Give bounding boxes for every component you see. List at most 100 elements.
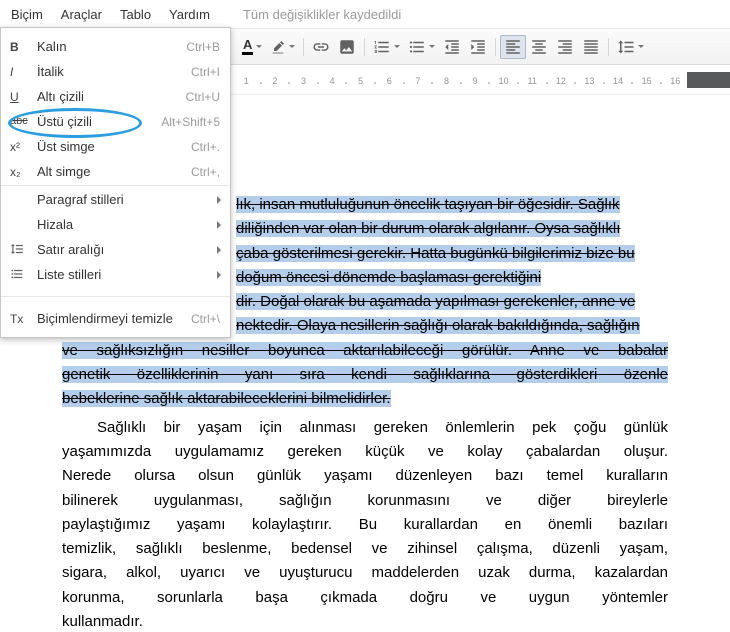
text-color-icon: A: [242, 38, 253, 55]
line-spacing-icon: [10, 244, 34, 256]
menu-table[interactable]: Tablo: [111, 7, 160, 22]
italic-icon: I: [10, 66, 34, 78]
align-right-button[interactable]: [552, 35, 578, 59]
subscript-icon: x₂: [10, 166, 34, 178]
text-line: lık, insan mutluluğunun öncelik taşıyan …: [236, 193, 668, 217]
menu-item-subscript[interactable]: x₂ Alt simge Ctrl+,: [1, 159, 230, 184]
submenu-arrow-icon: [217, 271, 221, 279]
menu-item-list-styles[interactable]: Liste stilleri: [1, 262, 230, 287]
submenu-arrow-icon: [217, 196, 221, 204]
clear-formatting-icon: Tx: [10, 313, 34, 325]
ruler-number: 4: [318, 76, 347, 86]
decrease-indent-icon: [443, 38, 461, 56]
menu-item-align[interactable]: Hizala: [1, 212, 230, 237]
bold-icon: B: [10, 41, 34, 53]
ruler-number: 16: [661, 76, 690, 86]
align-left-icon: [504, 38, 522, 56]
text-line: diliğinden var olan bir durum olarak alg…: [236, 217, 668, 241]
submenu-arrow-icon: [217, 246, 221, 254]
image-icon: [338, 38, 356, 56]
menu-tools[interactable]: Araçlar: [52, 7, 111, 22]
text-line: korunma, sorunlarla başa çıkmada doğru v…: [62, 586, 668, 610]
align-justify-button[interactable]: [578, 35, 604, 59]
chevron-down-icon: [429, 45, 435, 48]
text-line: temizlik, sağlıklı beslenme, bedensel ve…: [62, 537, 668, 561]
numbered-list-icon: [373, 38, 391, 56]
text-line: nektedir. Olaya nesillerin sağlığı olara…: [236, 314, 668, 338]
text-color-button[interactable]: A: [238, 35, 266, 59]
menu-format[interactable]: Biçim: [2, 7, 52, 22]
toolbar-separator: [364, 38, 365, 56]
highlight-color-button[interactable]: [266, 35, 299, 59]
ruler-number: 9: [461, 76, 490, 86]
text-line: kullanmadır.: [62, 610, 668, 632]
menu-item-underline[interactable]: U Altı çizili Ctrl+U: [1, 84, 230, 109]
menu-item-strikethrough[interactable]: abc Üstü çizili Alt+Shift+5: [1, 109, 230, 134]
toolbar-separator: [303, 38, 304, 56]
text-line: Sağlıklı bir yaşam için alınması gereken…: [62, 416, 668, 440]
decrease-indent-button[interactable]: [439, 35, 465, 59]
underline-icon: U: [10, 91, 34, 103]
ruler-number: 5: [346, 76, 375, 86]
text-line: Nerede olursa olsun günlük yaşamı düzenl…: [62, 464, 668, 488]
ruler-number: 7: [404, 76, 433, 86]
menu-item-line-spacing[interactable]: Satır aralığı: [1, 237, 230, 262]
bulleted-list-button[interactable]: [404, 35, 439, 59]
increase-indent-icon: [469, 38, 487, 56]
superscript-icon: x²: [10, 141, 34, 153]
align-center-button[interactable]: [526, 35, 552, 59]
strikethrough-icon: abc: [10, 116, 34, 127]
chevron-down-icon: [394, 45, 400, 48]
menu-item-superscript[interactable]: x² Üst simge Ctrl+.: [1, 134, 230, 159]
ruler-number: 2: [261, 76, 290, 86]
numbered-list-button[interactable]: [369, 35, 404, 59]
ruler-number: 15: [632, 76, 661, 86]
align-right-icon: [556, 38, 574, 56]
toolbar-separator: [495, 38, 496, 56]
menubar: Biçim Araçlar Tablo Yardım Tüm değişikli…: [0, 0, 730, 28]
ruler-number: 8: [432, 76, 461, 86]
align-center-icon: [530, 38, 548, 56]
align-left-button[interactable]: [500, 35, 526, 59]
menu-item-clear-formatting[interactable]: Tx Biçimlendirmeyi temizle Ctrl+\: [1, 306, 230, 331]
menu-separator: [1, 296, 230, 297]
menu-item-italic[interactable]: I İtalik Ctrl+I: [1, 59, 230, 84]
menu-help[interactable]: Yardım: [160, 7, 219, 22]
ruler-number: 6: [375, 76, 404, 86]
increase-indent-button[interactable]: [465, 35, 491, 59]
menu-item-bold[interactable]: B Kalın Ctrl+B: [1, 34, 230, 59]
list-styles-icon: [10, 269, 34, 281]
paragraph: Sağlıklı bir yaşam için alınması gereken…: [62, 416, 668, 632]
menu-separator: [1, 185, 230, 186]
link-icon: [312, 38, 330, 56]
text-line: çaba gösterilmesi gerekir. Hatta bugünkü…: [236, 242, 668, 266]
text-line: sigara, alkol, uyarıcı ve uyuşturucu mad…: [62, 561, 668, 585]
text-line: dir. Doğal olarak bu aşamada yapılması g…: [236, 290, 668, 314]
ruler-number: 11: [518, 76, 547, 86]
text-line: genetik özelliklerinin yanı sıra kendi s…: [62, 363, 668, 387]
text-line: ve sağlıksızlığın nesiller boyunca aktar…: [62, 339, 668, 363]
chevron-down-icon: [256, 45, 262, 48]
text-line: doğum öncesi dönemde başlaması gerektiği…: [236, 266, 668, 290]
text-line: bilinerek uygulanması, sağlığın korunmas…: [62, 489, 668, 513]
bulleted-list-icon: [408, 38, 426, 56]
ruler-number: 1: [232, 76, 261, 86]
format-dropdown-menu: B Kalın Ctrl+B I İtalik Ctrl+I U Altı çi…: [0, 27, 231, 338]
align-justify-icon: [582, 38, 600, 56]
chevron-down-icon: [289, 45, 295, 48]
ruler-number: 12: [547, 76, 576, 86]
ruler-number: 14: [604, 76, 633, 86]
insert-link-button[interactable]: [308, 35, 334, 59]
toolbar-separator: [608, 38, 609, 56]
menu-item-paragraph-styles[interactable]: Paragraf stilleri: [1, 187, 230, 212]
line-spacing-icon: [617, 38, 635, 56]
google-docs-window: Biçim Araçlar Tablo Yardım Tüm değişikli…: [0, 0, 730, 632]
save-status: Tüm değişiklikler kaydedildi: [243, 7, 401, 22]
text-line: bebeklerine sağlık aktarabileceklerini b…: [62, 387, 668, 411]
text-line: paylaştığımız yaşamı kolaylaştırır. Bu k…: [62, 513, 668, 537]
text-line: yaşamımızda uygulamamız gereken küçük ve…: [62, 440, 668, 464]
ruler-number: 13: [575, 76, 604, 86]
line-spacing-button[interactable]: [613, 35, 648, 59]
insert-image-button[interactable]: [334, 35, 360, 59]
ruler-track: 12345678910111213141516: [232, 71, 690, 89]
